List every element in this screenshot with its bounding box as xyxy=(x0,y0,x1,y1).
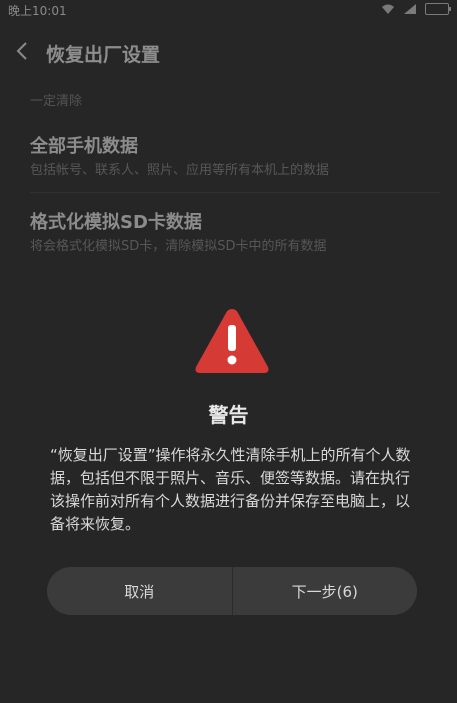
screen: 晚上10:01 恢复出厂设置 一定清除 全部手机数据 包括帐号、联系人、照片、应… xyxy=(0,0,457,703)
divider xyxy=(30,192,440,193)
setting-title: 格式化模拟SD卡数据 xyxy=(30,212,202,233)
page-title: 恢复出厂设置 xyxy=(46,44,161,66)
section-label: 一定清除 xyxy=(30,94,83,109)
setting-description: 包括帐号、联系人、照片、应用等所有本机上的数据 xyxy=(30,163,330,178)
status-time: 晚上10:01 xyxy=(8,4,67,18)
setting-title: 全部手机数据 xyxy=(30,136,138,157)
signal-icon xyxy=(404,4,416,14)
wifi-icon xyxy=(382,4,394,14)
dialog-button-bar: 取消 下一步(6) xyxy=(47,567,417,615)
dialog-title: 警告 xyxy=(208,403,249,427)
status-icons xyxy=(381,3,451,15)
dialog-message: “恢复出厂设置”操作将永久性清除手机上的所有个人数据，包括但不限于照片、音乐、便… xyxy=(50,446,411,533)
header: 恢复出厂设置 xyxy=(0,28,457,76)
warning-icon xyxy=(195,309,269,373)
battery-icon xyxy=(425,3,451,15)
next-step-button[interactable]: 下一步(6) xyxy=(233,567,418,615)
cancel-button[interactable]: 取消 xyxy=(47,567,232,615)
status-bar: 晚上10:01 xyxy=(0,0,457,20)
back-icon[interactable] xyxy=(14,40,32,62)
warning-dialog: 警告 “恢复出厂设置”操作将永久性清除手机上的所有个人数据，包括但不限于照片、音… xyxy=(0,255,457,703)
setting-description: 将会格式化模拟SD卡，清除模拟SD卡中的所有数据 xyxy=(30,239,327,254)
